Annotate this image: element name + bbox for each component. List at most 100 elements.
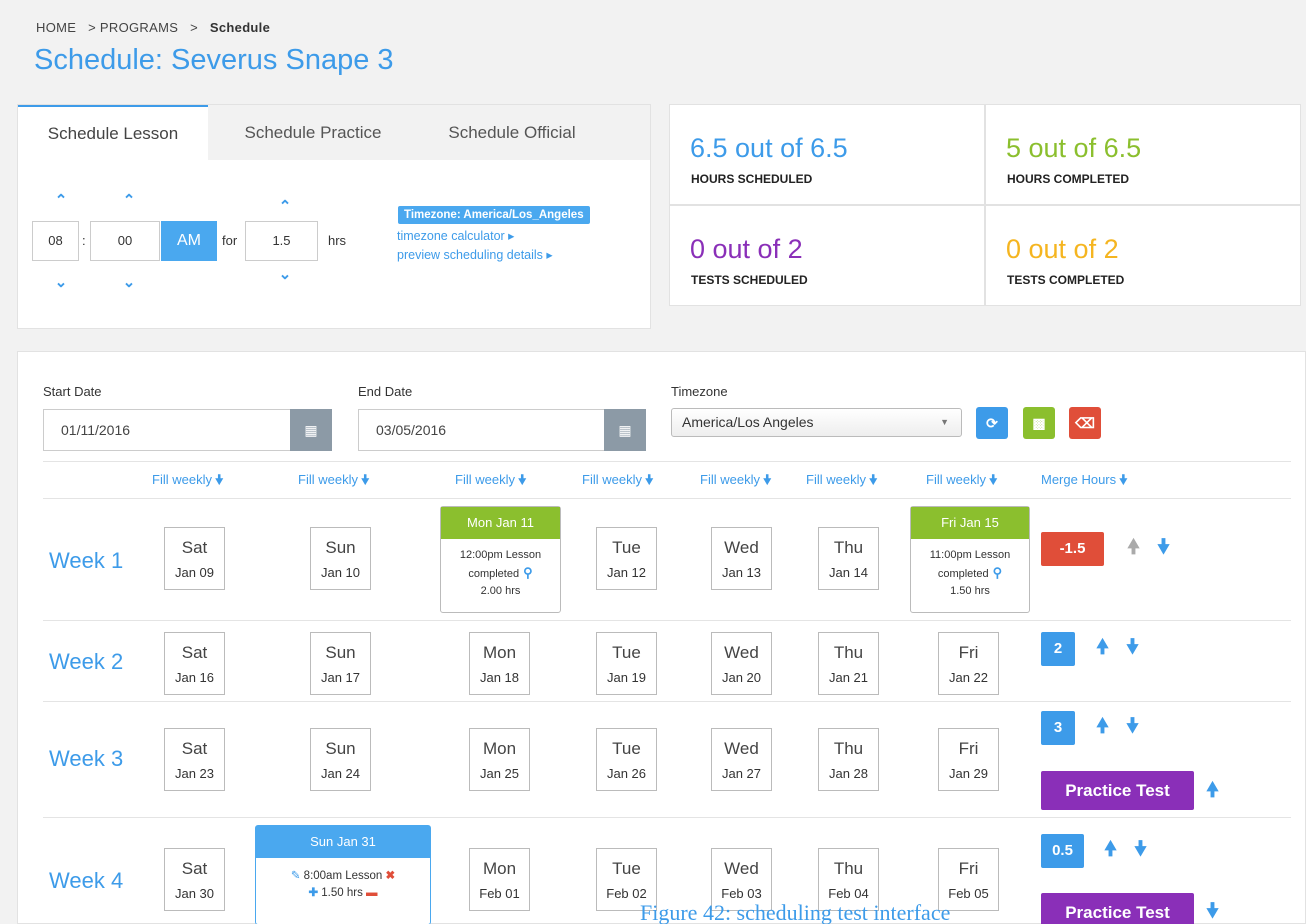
breadcrumb-programs[interactable]: > PROGRAMS — [88, 20, 178, 35]
minus-icon[interactable]: ▬ — [366, 887, 378, 899]
day-name: Thu — [833, 739, 864, 758]
week-hours-badge[interactable]: 0.5 — [1041, 834, 1084, 868]
tab-schedule-official[interactable]: Schedule Official — [418, 105, 606, 160]
day-cell[interactable]: Mon Feb 01 — [469, 848, 530, 911]
arrow-down-icon[interactable]: 🠟 — [1126, 716, 1139, 736]
week-hours-badge[interactable]: 2 — [1041, 632, 1075, 666]
day-cell[interactable]: Sat Jan 23 — [164, 728, 225, 791]
day-date: Jan 16 — [174, 670, 215, 685]
day-cell[interactable]: Sat Jan 30 — [164, 848, 225, 911]
end-date-label: End Date — [358, 384, 413, 399]
close-icon[interactable]: ✖ — [386, 870, 396, 882]
day-cell[interactable]: Tue Jan 12 — [596, 527, 657, 590]
fill-weekly-wed[interactable]: Fill weekly 🠟 — [700, 471, 771, 493]
delete-button[interactable]: ⌫ — [1069, 407, 1101, 439]
time-colon: : — [82, 233, 86, 248]
fill-weekly-tue[interactable]: Fill weekly 🠟 — [582, 471, 653, 493]
hour-up-chevron-icon[interactable]: ⌃ — [51, 193, 71, 208]
arrow-up-icon[interactable]: 🠝 — [1104, 839, 1117, 859]
day-cell[interactable]: Sun Jan 24 — [310, 728, 371, 791]
day-cell[interactable]: Wed Jan 27 — [711, 728, 772, 791]
day-name: Thu — [833, 859, 864, 878]
stat-value: 0 out of 2 — [1006, 234, 1119, 264]
save-button[interactable]: ▩ — [1023, 407, 1055, 439]
day-cell[interactable]: Sun Jan 17 — [310, 632, 371, 695]
minute-down-chevron-icon[interactable]: ⌃ — [119, 272, 139, 289]
divider — [43, 498, 1291, 499]
day-cell[interactable]: Sun Jan 10 — [310, 527, 371, 590]
tab-schedule-practice[interactable]: Schedule Practice — [213, 105, 413, 160]
practice-test-button[interactable]: Practice Test — [1041, 771, 1194, 810]
merge-hours[interactable]: Merge Hours 🠟 — [1041, 471, 1128, 493]
arrow-down-icon[interactable]: 🠟 — [1126, 637, 1139, 657]
practice-test-button[interactable]: Practice Test — [1041, 893, 1194, 924]
arrow-up-icon[interactable]: 🠝 — [1206, 780, 1219, 800]
tab-schedule-lesson[interactable]: Schedule Lesson — [18, 105, 208, 160]
day-name: Mon — [482, 739, 517, 758]
minute-input[interactable]: 00 — [90, 221, 160, 261]
week-label: Week 3 — [49, 746, 124, 771]
week-hours-badge[interactable]: 3 — [1041, 711, 1075, 745]
search-icon[interactable]: ⚲ — [523, 565, 533, 580]
day-date: Jan 13 — [721, 565, 762, 580]
day-cell[interactable]: Thu Jan 14 — [818, 527, 879, 590]
day-cell[interactable]: Thu Jan 21 — [818, 632, 879, 695]
arrow-down-icon[interactable]: 🠟 — [1134, 839, 1147, 859]
day-cell[interactable]: Tue Jan 19 — [596, 632, 657, 695]
end-calendar-button[interactable]: ▦ — [604, 409, 646, 451]
day-name: Wed — [724, 859, 759, 878]
fill-weekly-sun[interactable]: Fill weekly 🠟 — [298, 471, 369, 493]
arrow-down-icon[interactable]: 🠟 — [1157, 537, 1170, 557]
day-date: Jan 28 — [828, 766, 869, 781]
week-hours-badge[interactable]: -1.5 — [1041, 532, 1104, 566]
arrow-up-icon[interactable]: 🠝 — [1127, 537, 1140, 557]
pencil-icon[interactable]: ✎ — [291, 870, 301, 882]
end-date-input[interactable]: 03/05/2016 — [358, 409, 606, 451]
fill-weekly-fri[interactable]: Fill weekly 🠟 — [926, 471, 997, 493]
day-cell[interactable]: Mon Jan 18 — [469, 632, 530, 695]
event-hours: 2.00 hrs — [480, 585, 521, 597]
start-date-input[interactable]: 01/11/2016 — [43, 409, 291, 451]
timezone-select[interactable]: America/Los Angeles ▼ — [671, 408, 962, 437]
start-calendar-button[interactable]: ▦ — [290, 409, 332, 451]
fill-weekly-mon[interactable]: Fill weekly 🠟 — [455, 471, 526, 493]
arrow-down-icon[interactable]: 🠟 — [1206, 901, 1219, 921]
day-cell[interactable]: Thu Jan 28 — [818, 728, 879, 791]
refresh-button[interactable]: ⟳ — [976, 407, 1008, 439]
day-cell[interactable]: Tue Jan 26 — [596, 728, 657, 791]
day-date: Feb 04 — [828, 886, 869, 901]
breadcrumb-home[interactable]: HOME — [36, 20, 76, 35]
day-cell[interactable]: Fri Jan 29 — [938, 728, 999, 791]
day-cell[interactable]: Mon Jan 25 — [469, 728, 530, 791]
ampm-toggle-button[interactable]: AM — [161, 221, 217, 261]
timezone-calculator-link[interactable]: timezone calculator ▸ — [397, 228, 514, 243]
plus-icon[interactable]: ✚ — [308, 887, 318, 899]
timezone-select-value: America/Los Angeles — [682, 414, 814, 430]
duration-input[interactable]: 1.5 — [245, 221, 318, 261]
stat-hours-completed: 5 out of 6.5 HOURS COMPLETED — [985, 104, 1301, 205]
arrow-up-icon[interactable]: 🠝 — [1096, 716, 1109, 736]
lesson-event-card-editable[interactable]: Sun Jan 31 ✎ 8:00am Lesson ✖ ✚ 1.50 hrs … — [255, 825, 431, 924]
fill-weekly-sat[interactable]: Fill weekly 🠟 — [152, 471, 223, 493]
minute-up-chevron-icon[interactable]: ⌃ — [119, 193, 139, 208]
preview-scheduling-link[interactable]: preview scheduling details ▸ — [397, 247, 553, 262]
event-title: 8:00am Lesson — [303, 870, 383, 882]
day-cell[interactable]: Wed Jan 13 — [711, 527, 772, 590]
lesson-event-card[interactable]: Mon Jan 11 12:00pm Lesson completed ⚲ 2.0… — [440, 506, 561, 613]
day-cell[interactable]: Sat Jan 09 — [164, 527, 225, 590]
day-cell[interactable]: Sat Jan 16 — [164, 632, 225, 695]
duration-up-chevron-icon[interactable]: ⌃ — [275, 199, 295, 214]
day-cell[interactable]: Wed Jan 20 — [711, 632, 772, 695]
lesson-event-card[interactable]: Fri Jan 15 11:00pm Lesson completed ⚲ 1.5… — [910, 506, 1030, 613]
day-date: Jan 17 — [320, 670, 361, 685]
arrow-up-icon[interactable]: 🠝 — [1096, 637, 1109, 657]
search-icon[interactable]: ⚲ — [993, 565, 1003, 580]
day-name: Sun — [325, 643, 356, 662]
day-cell[interactable]: Fri Jan 22 — [938, 632, 999, 695]
duration-down-chevron-icon[interactable]: ⌃ — [275, 264, 295, 281]
day-name: Thu — [833, 538, 864, 557]
hour-input[interactable]: 08 — [32, 221, 79, 261]
divider — [43, 461, 1291, 462]
hour-down-chevron-icon[interactable]: ⌃ — [51, 272, 71, 289]
fill-weekly-thu[interactable]: Fill weekly 🠟 — [806, 471, 877, 493]
